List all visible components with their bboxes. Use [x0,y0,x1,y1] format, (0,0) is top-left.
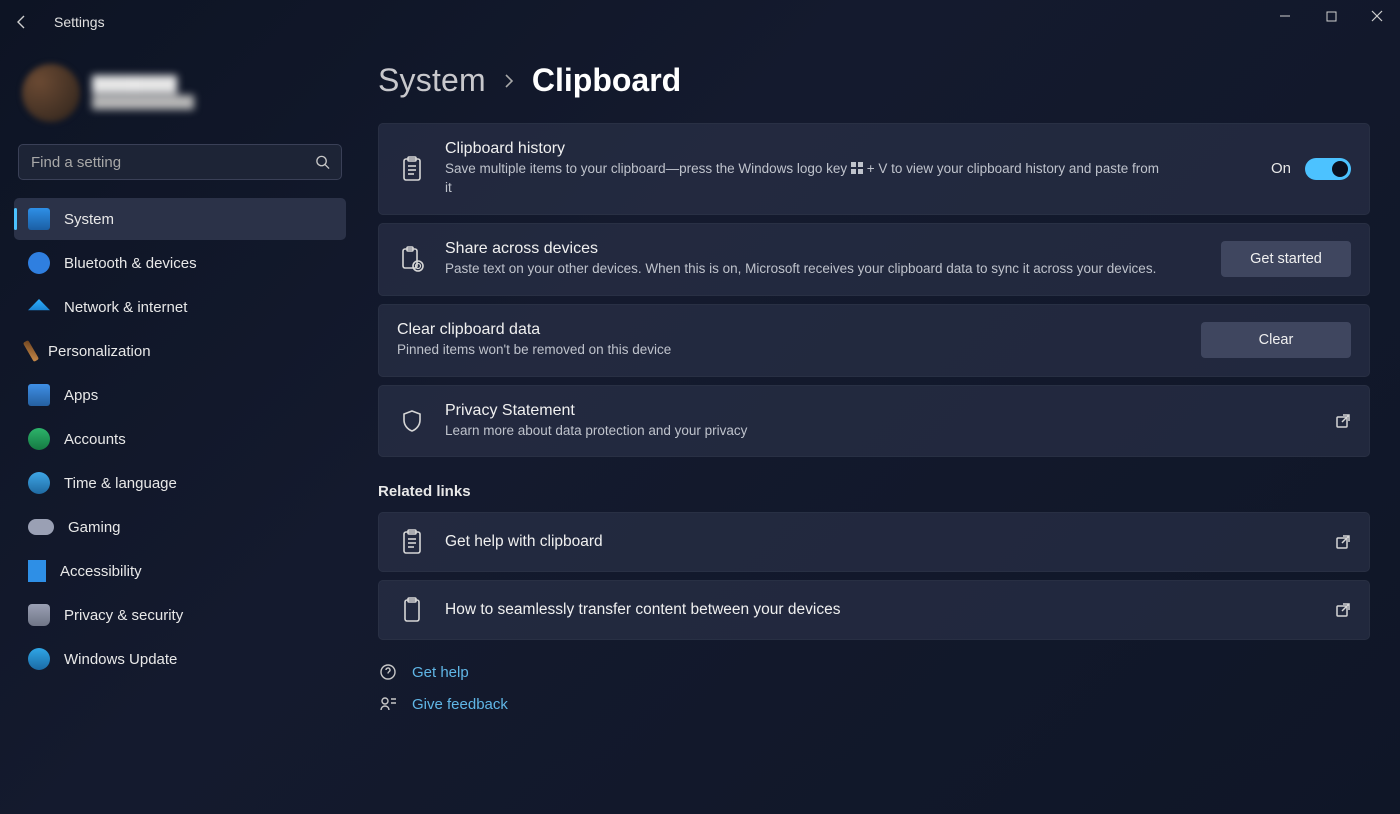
search-icon [315,155,330,170]
get-started-button[interactable]: Get started [1221,241,1351,277]
nav-label: Personalization [48,343,151,360]
shield-icon [397,409,427,433]
nav-apps[interactable]: Apps [14,374,346,416]
clipboard-icon [397,529,427,555]
feedback-icon [378,694,398,714]
nav-label: Windows Update [64,651,177,668]
breadcrumb: System Clipboard [378,62,1370,99]
nav-accessibility[interactable]: Accessibility [14,550,346,592]
clock-icon [28,472,50,494]
arrow-left-icon [14,14,30,30]
avatar [22,64,80,122]
clipboard-icon [397,597,427,623]
paintbrush-icon [23,340,39,362]
open-external-icon [1335,413,1351,429]
nav-label: Time & language [64,475,177,492]
nav-gaming[interactable]: Gaming [14,506,346,548]
open-external-icon [1335,534,1351,550]
minimize-icon [1279,10,1291,22]
chevron-right-icon [502,74,516,88]
nav-windows-update[interactable]: Windows Update [14,638,346,680]
accessibility-icon [28,560,46,582]
nav-label: Privacy & security [64,607,183,624]
maximize-icon [1326,11,1337,22]
nav-label: Accessibility [60,563,142,580]
card-desc: Save multiple items to your clipboard—pr… [445,160,1165,198]
get-help-link[interactable]: Get help [412,664,469,681]
maximize-button[interactable] [1308,0,1354,32]
card-desc: Learn more about data protection and you… [445,422,1165,441]
nav-time-language[interactable]: Time & language [14,462,346,504]
windows-logo-icon [851,162,863,174]
nav-label: Apps [64,387,98,404]
open-external-icon [1335,602,1351,618]
nav-privacy-security[interactable]: Privacy & security [14,594,346,636]
nav-network-internet[interactable]: Network & internet [14,286,346,328]
back-button[interactable] [0,0,44,44]
card-title: Share across devices [445,240,1221,258]
card-clipboard-history: Clipboard history Save multiple items to… [378,123,1370,215]
nav-personalization[interactable]: Personalization [14,330,346,372]
minimize-button[interactable] [1262,0,1308,32]
breadcrumb-parent[interactable]: System [378,62,486,99]
nav-label: Accounts [64,431,126,448]
clipboard-history-toggle[interactable] [1305,158,1351,180]
nav-label: Bluetooth & devices [64,255,197,272]
card-clear-clipboard: Clear clipboard data Pinned items won't … [378,304,1370,377]
related-link-label: How to seamlessly transfer content betwe… [445,601,1335,619]
related-link-get-help-clipboard[interactable]: Get help with clipboard [378,512,1370,572]
give-feedback-link[interactable]: Give feedback [412,696,508,713]
gamepad-icon [28,519,54,535]
card-title: Clipboard history [445,140,1271,158]
nav-system[interactable]: System [14,198,346,240]
clear-button[interactable]: Clear [1201,322,1351,358]
person-icon [28,428,50,450]
nav-label: System [64,211,114,228]
clipboard-icon [397,156,427,182]
toggle-label: On [1271,160,1291,177]
card-desc: Pinned items won't be removed on this de… [397,341,1117,360]
related-link-seamless-transfer[interactable]: How to seamlessly transfer content betwe… [378,580,1370,640]
bluetooth-icon [28,252,50,274]
apps-icon [28,384,50,406]
shield-icon [28,604,50,626]
nav-label: Network & internet [64,299,187,316]
nav-accounts[interactable]: Accounts [14,418,346,460]
wifi-icon [28,299,50,315]
related-links-heading: Related links [378,483,1370,500]
user-profile[interactable]: ████████ ████████████ [14,54,346,140]
breadcrumb-current: Clipboard [532,62,681,99]
card-desc: Paste text on your other devices. When t… [445,260,1165,279]
display-icon [28,208,50,230]
search-input[interactable] [18,144,342,180]
card-privacy-statement[interactable]: Privacy Statement Learn more about data … [378,385,1370,458]
close-button[interactable] [1354,0,1400,32]
card-share-across-devices: Share across devices Paste text on your … [378,223,1370,296]
card-title: Clear clipboard data [397,321,1201,339]
help-icon [378,662,398,682]
related-link-label: Get help with clipboard [445,533,1335,551]
clipboard-sync-icon [397,246,427,272]
card-title: Privacy Statement [445,402,1335,420]
nav-bluetooth-devices[interactable]: Bluetooth & devices [14,242,346,284]
update-icon [28,648,50,670]
nav-label: Gaming [68,519,121,536]
close-icon [1371,10,1383,22]
app-title: Settings [54,14,105,30]
